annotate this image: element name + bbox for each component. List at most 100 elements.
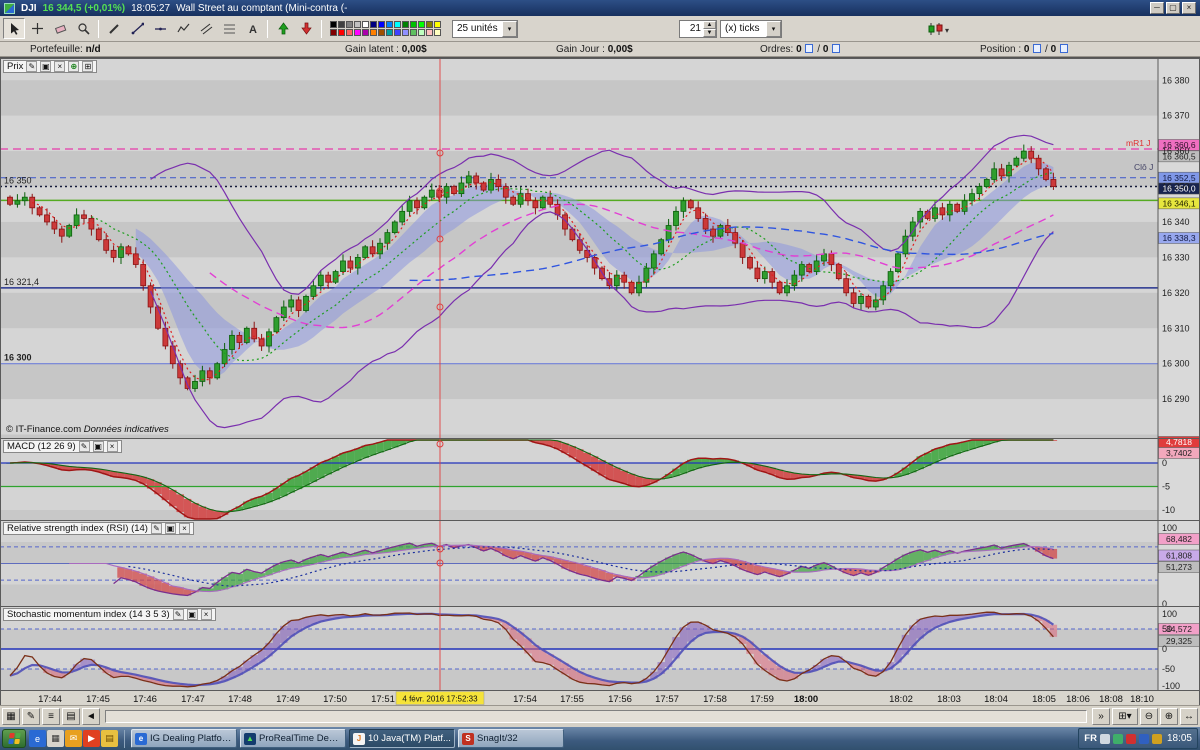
expand-panel-icon[interactable]: ⊞	[82, 61, 94, 72]
language-indicator[interactable]: FR	[1084, 733, 1097, 744]
palette-color-swatch[interactable]	[370, 21, 377, 28]
palette-color-swatch[interactable]	[354, 29, 361, 36]
palette-color-swatch[interactable]	[378, 21, 385, 28]
stepper-up-icon[interactable]: ▲	[703, 20, 716, 29]
panel-close-icon[interactable]: ×	[200, 609, 212, 620]
palette-color-swatch[interactable]	[362, 29, 369, 36]
position-list-icon[interactable]	[1033, 44, 1042, 53]
orders-history-icon[interactable]	[832, 44, 841, 53]
palette-color-swatch[interactable]	[434, 29, 441, 36]
maximize-button[interactable]: ▢	[1166, 2, 1180, 14]
palette-color-swatch[interactable]	[378, 29, 385, 36]
palette-color-swatch[interactable]	[338, 21, 345, 28]
antivirus-icon[interactable]	[1125, 733, 1136, 744]
add-indicator-icon[interactable]: ⊕	[68, 61, 80, 72]
panel-settings-icon[interactable]: ✎	[150, 523, 162, 534]
internet-explorer-icon[interactable]: e	[29, 730, 46, 747]
cursor-tool-button[interactable]	[3, 18, 25, 39]
channel-tool-button[interactable]	[195, 18, 217, 39]
palette-color-swatch[interactable]	[394, 21, 401, 28]
taskbar-task-button[interactable]: S SnagIt/32	[458, 729, 564, 748]
crosshair-tool-button[interactable]	[26, 18, 48, 39]
palette-color-swatch[interactable]	[386, 29, 393, 36]
panel-snapshot-icon[interactable]: ▣	[186, 609, 198, 620]
polyline-tool-button[interactable]	[172, 18, 194, 39]
taskbar-task-button[interactable]: J 10 Java(TM) Platf...	[349, 729, 455, 748]
start-button[interactable]	[2, 729, 26, 748]
palette-color-swatch[interactable]	[330, 21, 337, 28]
candlestick-style-icon: ▾	[928, 22, 949, 35]
chart-horizontal-scrollbar[interactable]	[105, 710, 1087, 723]
horizontal-line-tool-button[interactable]	[149, 18, 171, 39]
panel-close-icon[interactable]: ×	[54, 61, 66, 72]
close-button[interactable]: ×	[1182, 2, 1196, 14]
interval-value-stepper[interactable]: 21 ▲ ▼	[679, 19, 717, 38]
layers-icon[interactable]: ≡	[42, 708, 60, 725]
fibonacci-tool-button[interactable]	[218, 18, 240, 39]
view-preset-select[interactable]: ⊞▾	[1112, 708, 1138, 725]
watchlist-icon[interactable]: ▤	[62, 708, 80, 725]
buy-arrow-button[interactable]	[272, 18, 294, 39]
palette-color-swatch[interactable]	[418, 29, 425, 36]
palette-color-swatch[interactable]	[402, 29, 409, 36]
panel-snapshot-icon[interactable]: ▣	[164, 523, 176, 534]
palette-color-swatch[interactable]	[338, 29, 345, 36]
palette-color-swatch[interactable]	[346, 21, 353, 28]
notes-icon[interactable]: ✎	[22, 708, 40, 725]
sell-arrow-button[interactable]	[295, 18, 317, 39]
zoom-in-icon[interactable]: ⊕	[1160, 708, 1178, 725]
scroll-left-button[interactable]: ◄	[82, 708, 100, 725]
palette-color-swatch[interactable]	[362, 21, 369, 28]
palette-color-swatch[interactable]	[370, 29, 377, 36]
network-icon[interactable]	[1112, 733, 1123, 744]
order-quantity-select[interactable]: 25 unités ▾	[452, 19, 518, 38]
text-tool-button[interactable]: A	[241, 18, 263, 39]
panel-settings-icon[interactable]: ✎	[26, 61, 38, 72]
updates-icon[interactable]	[1138, 733, 1149, 744]
panel-settings-icon[interactable]: ✎	[172, 609, 184, 620]
palette-color-swatch[interactable]	[426, 21, 433, 28]
folder-icon[interactable]: ▤	[101, 730, 118, 747]
palette-color-swatch[interactable]	[418, 21, 425, 28]
interval-unit-select[interactable]: (x) ticks ▾	[720, 19, 782, 38]
zoom-tool-button[interactable]	[72, 18, 94, 39]
palette-color-swatch[interactable]	[386, 21, 393, 28]
palette-color-swatch[interactable]	[426, 29, 433, 36]
show-desktop-icon[interactable]: ▦	[47, 730, 64, 747]
panel-settings-icon[interactable]: ✎	[78, 441, 90, 452]
media-player-icon[interactable]: ▶	[83, 730, 100, 747]
palette-color-swatch[interactable]	[410, 21, 417, 28]
svg-text:51,273: 51,273	[1166, 562, 1192, 572]
minimize-button[interactable]: ─	[1150, 2, 1164, 14]
palette-color-swatch[interactable]	[330, 29, 337, 36]
text-icon: A	[249, 24, 257, 35]
volume-icon[interactable]	[1099, 733, 1110, 744]
taskbar-task-button[interactable]: ▲ProRealTime Demo ...	[240, 729, 346, 748]
position-detail-icon[interactable]	[1059, 44, 1068, 53]
palette-color-swatch[interactable]	[394, 29, 401, 36]
palette-color-swatch[interactable]	[354, 21, 361, 28]
pencil-tool-button[interactable]	[103, 18, 125, 39]
panel-close-icon[interactable]: ×	[178, 523, 190, 534]
zoom-out-icon[interactable]: ⊖	[1140, 708, 1158, 725]
calendar-icon[interactable]: ▦	[2, 708, 20, 725]
taskbar-task-button[interactable]: eIG Dealing Platform ...	[131, 729, 237, 748]
orders-list-icon[interactable]	[805, 44, 814, 53]
stepper-down-icon[interactable]: ▼	[703, 28, 716, 37]
palette-color-swatch[interactable]	[346, 29, 353, 36]
palette-color-swatch[interactable]	[434, 21, 441, 28]
messenger-icon[interactable]	[1151, 733, 1162, 744]
eraser-tool-button[interactable]	[49, 18, 71, 39]
palette-color-swatch[interactable]	[402, 21, 409, 28]
position-slash: /	[1045, 44, 1048, 55]
chart-style-button[interactable]: ▾	[921, 18, 955, 39]
panel-close-icon[interactable]: ×	[106, 441, 118, 452]
mail-icon[interactable]: ✉	[65, 730, 82, 747]
panel-snapshot-icon[interactable]: ▣	[92, 441, 104, 452]
fit-width-icon[interactable]: ↔	[1180, 708, 1198, 725]
trendline-tool-button[interactable]	[126, 18, 148, 39]
task-button-list: eIG Dealing Platform ...▲ProRealTime Dem…	[131, 729, 564, 748]
palette-color-swatch[interactable]	[410, 29, 417, 36]
scroll-right-button[interactable]: »	[1092, 708, 1110, 725]
panel-snapshot-icon[interactable]: ▣	[40, 61, 52, 72]
